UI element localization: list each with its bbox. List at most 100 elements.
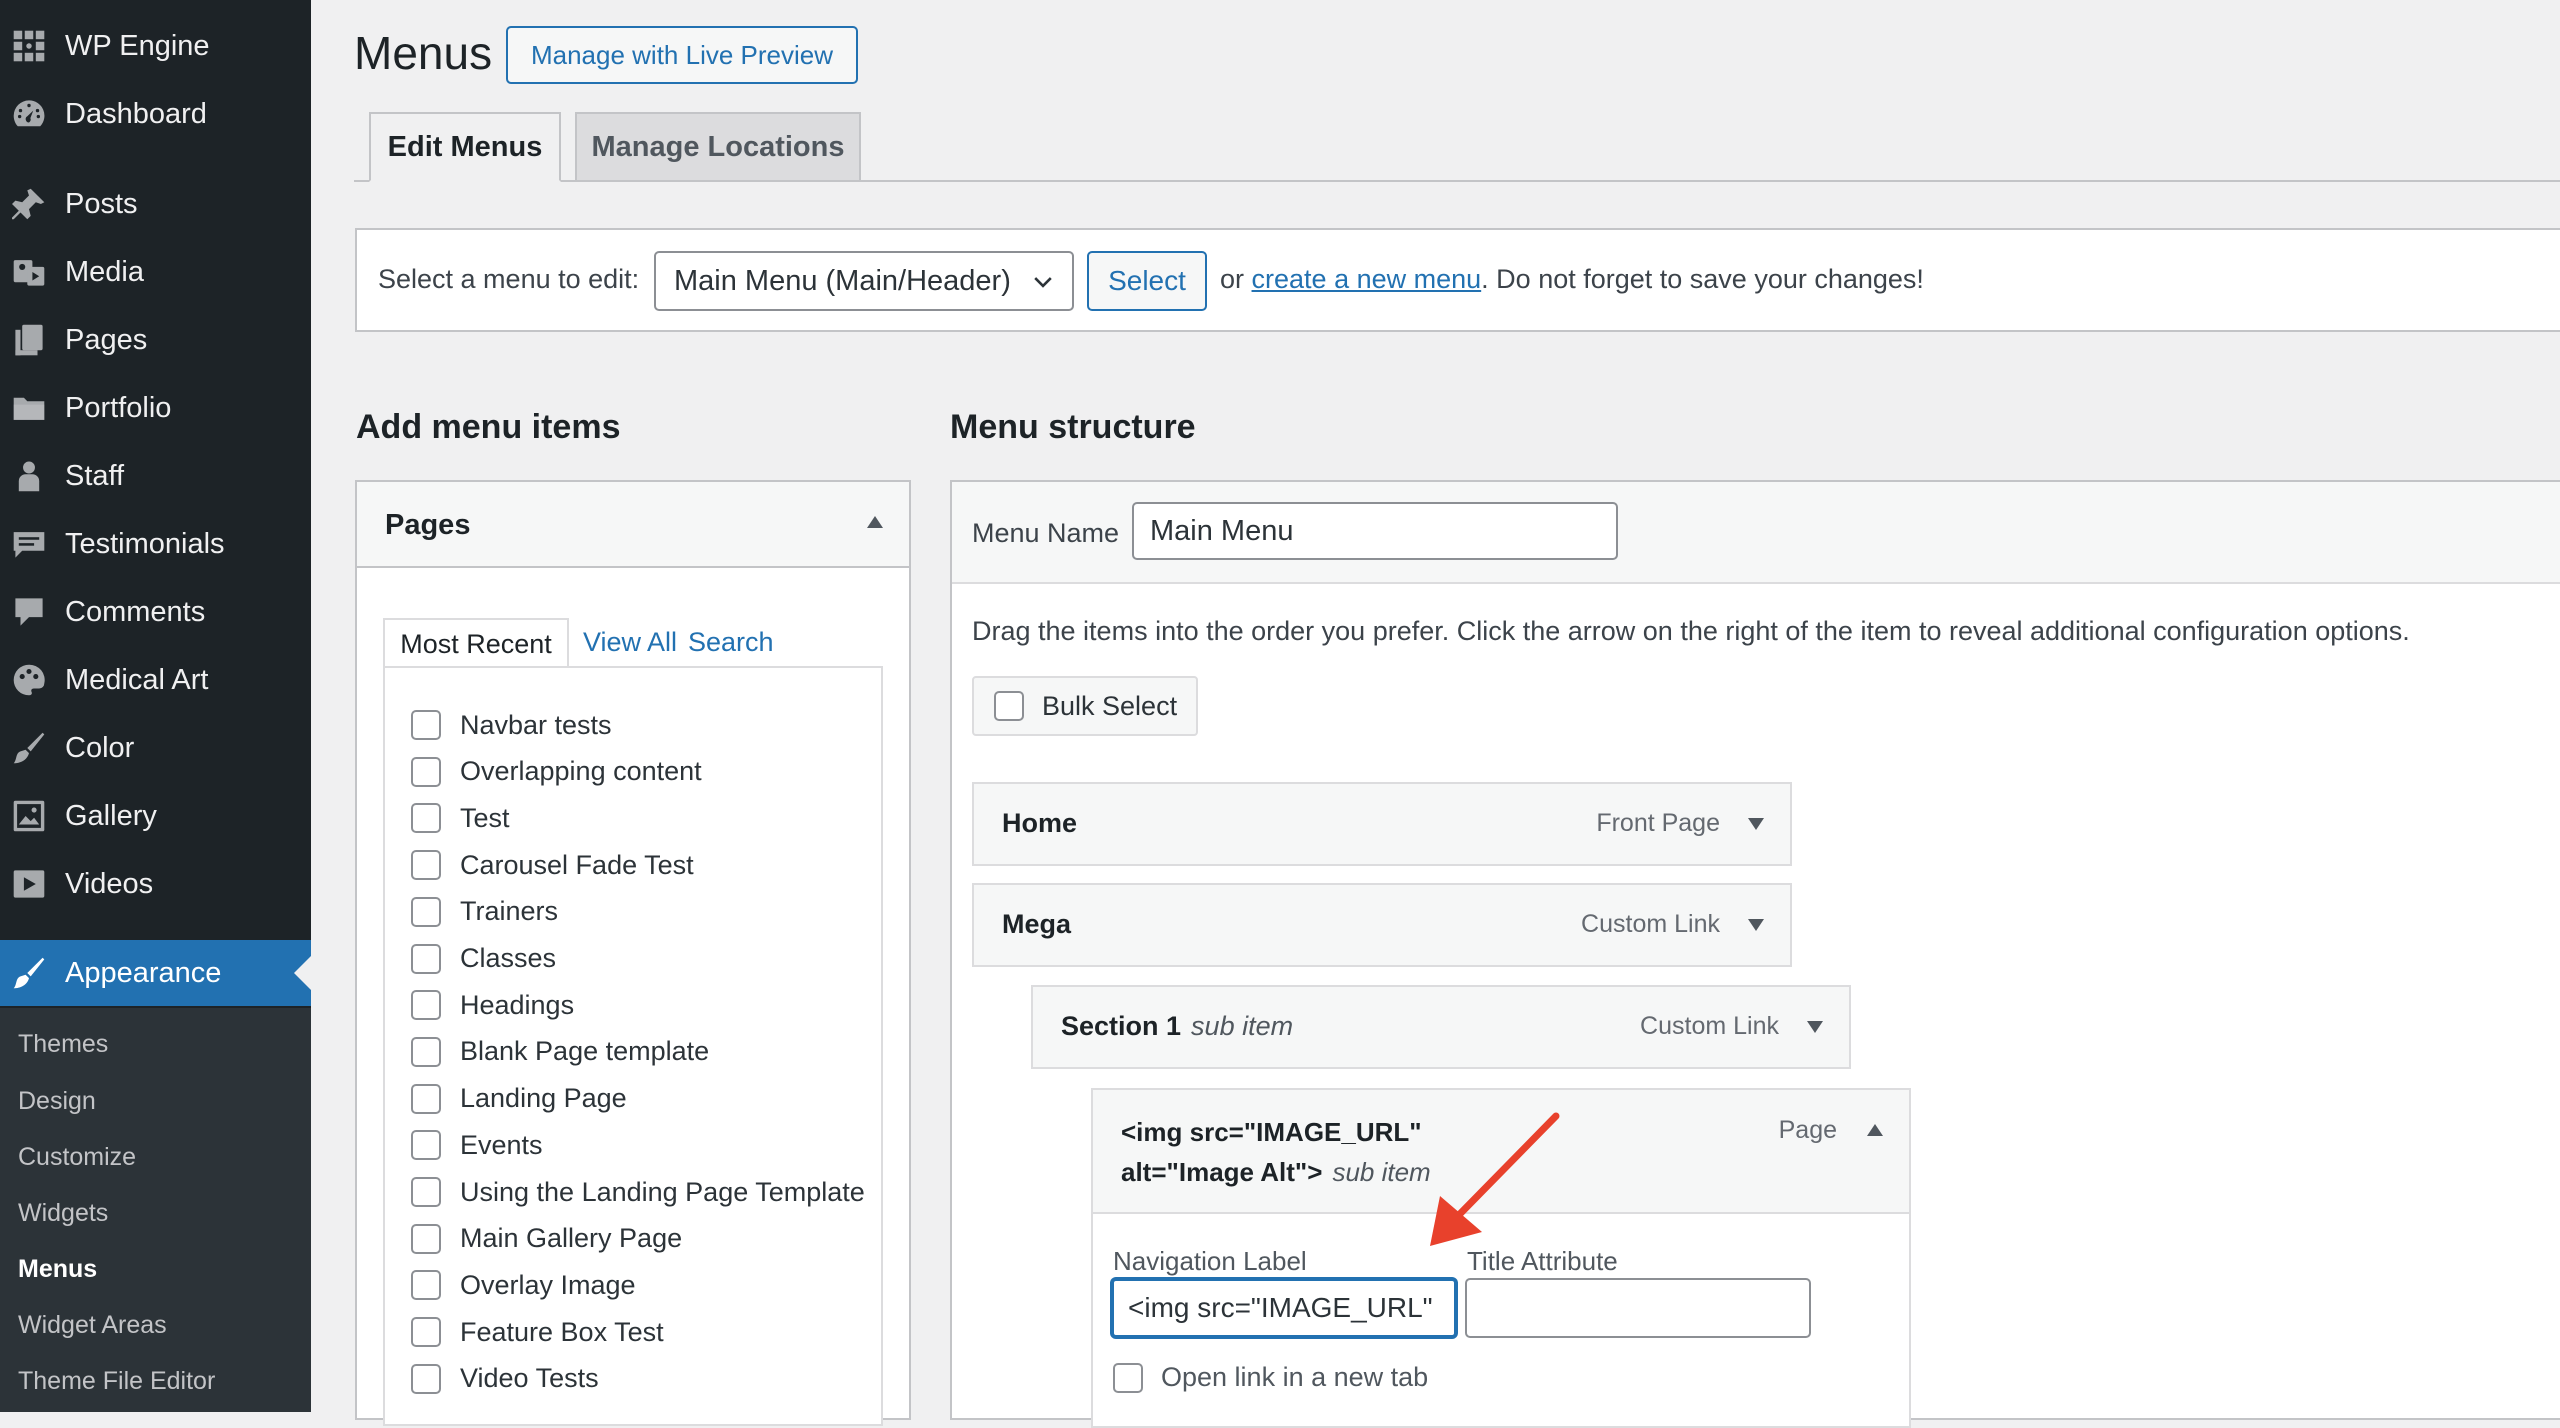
page-label: Feature Box Test	[460, 1316, 664, 1347]
page-checkbox[interactable]	[411, 1130, 441, 1161]
page-checkbox[interactable]	[411, 1036, 441, 1067]
menu-structure-panel: Menu Name Main Menu Drag the items into …	[950, 480, 2560, 1428]
sidebar-item-staff[interactable]: Staff	[0, 446, 311, 506]
submenu-menus[interactable]: Menus	[18, 1255, 97, 1284]
page-checkbox[interactable]	[411, 1177, 441, 1207]
menu-item-mega[interactable]: Mega Custom Link	[972, 883, 1792, 967]
menu-item-title-line1: <img src="IMAGE_URL"	[1121, 1117, 1422, 1147]
sidebar-item-wp-engine[interactable]: WP Engine	[0, 16, 311, 76]
menu-item-image-expanded: <img src="IMAGE_URL" alt="Image Alt"> sub…	[1091, 1088, 1911, 1428]
sidebar-item-media[interactable]: Media	[0, 242, 311, 302]
bulk-select-label: Bulk Select	[1042, 690, 1178, 721]
sidebar-item-label: Appearance	[65, 956, 222, 989]
menu-dropdown-value: Main Menu (Main/Header)	[674, 264, 1011, 297]
sidebar-item-comments[interactable]: Comments	[0, 582, 311, 642]
drag-instructions: Drag the items into the order you prefer…	[972, 616, 2410, 646]
page-checkbox[interactable]	[411, 1270, 441, 1301]
person-icon	[11, 458, 47, 494]
pages-accordion-header[interactable]: Pages	[357, 482, 909, 568]
menu-name-label: Menu Name	[972, 518, 1120, 548]
create-new-menu-link[interactable]: create a new menu	[1252, 264, 1482, 294]
page-checkbox[interactable]	[411, 990, 441, 1021]
menu-item-type: Custom Link	[1640, 1012, 1779, 1040]
sidebar-item-medical-art[interactable]: Medical Art	[0, 650, 311, 710]
dashboard-icon	[11, 96, 47, 132]
page-label: Landing Page	[460, 1083, 627, 1114]
sidebar-item-label: Comments	[65, 595, 206, 628]
sidebar-item-dashboard[interactable]: Dashboard	[0, 84, 311, 144]
page-checkbox[interactable]	[411, 1363, 441, 1394]
sidebar-item-testimonials[interactable]: Testimonials	[0, 514, 311, 574]
submenu-widget-areas[interactable]: Widget Areas	[18, 1311, 167, 1340]
sidebar-item-videos[interactable]: Videos	[0, 854, 311, 914]
bulk-select-button[interactable]: Bulk Select	[972, 676, 1198, 736]
tab-search[interactable]: Search	[688, 618, 774, 666]
page-label: Trainers	[460, 896, 559, 927]
menu-item-section-1[interactable]: Section 1 sub item Custom Link	[1031, 985, 1851, 1069]
page-label: Video Tests	[460, 1363, 599, 1394]
triangle-down-icon[interactable]	[1805, 1019, 1825, 1040]
page-checkbox[interactable]	[411, 710, 441, 740]
sidebar-item-posts[interactable]: Posts	[0, 174, 311, 234]
page-checkbox[interactable]	[411, 803, 441, 834]
triangle-down-icon[interactable]	[1746, 917, 1766, 938]
tab-edit-menus[interactable]: Edit Menus	[369, 112, 561, 182]
folder-icon	[11, 390, 47, 426]
list-item: Events	[411, 1128, 543, 1162]
submenu-theme-file-editor[interactable]: Theme File Editor	[18, 1367, 215, 1396]
tab-manage-locations[interactable]: Manage Locations	[575, 112, 861, 182]
sidebar-item-appearance[interactable]: Appearance	[0, 940, 311, 1006]
appearance-submenu: Themes Design Customize Widgets Menus Wi…	[0, 1008, 311, 1412]
pages-accordion: Pages Most Recent View All Search Navbar…	[355, 480, 911, 1426]
submenu-widgets[interactable]: Widgets	[18, 1199, 108, 1228]
sidebar-item-portfolio[interactable]: Portfolio	[0, 378, 311, 438]
page-label: Overlay Image	[460, 1269, 636, 1300]
list-item: Main Gallery Page	[411, 1222, 682, 1256]
navigation-label-input[interactable]: <img src="IMAGE_URL"	[1111, 1278, 1457, 1338]
sidebar-item-label: Medical Art	[65, 663, 209, 696]
video-icon	[11, 866, 47, 902]
page-checkbox[interactable]	[411, 896, 441, 927]
page-label: Classes	[460, 943, 557, 973]
page-label: Overlapping content	[460, 756, 702, 787]
page-label: Blank Page template	[460, 1036, 710, 1067]
triangle-up-icon[interactable]	[1865, 1122, 1885, 1143]
menu-item-image-bar[interactable]: <img src="IMAGE_URL" alt="Image Alt"> sub…	[1093, 1090, 1909, 1214]
manage-live-preview-button[interactable]: Manage with Live Preview	[506, 26, 858, 84]
select-button[interactable]: Select	[1087, 251, 1207, 311]
list-item: Landing Page	[411, 1082, 627, 1116]
title-attribute-input[interactable]	[1465, 1278, 1811, 1338]
menu-name-input[interactable]: Main Menu	[1132, 502, 1618, 560]
open-new-tab-row: Open link in a new tab	[1113, 1362, 1428, 1393]
sidebar-item-label: Posts	[65, 187, 138, 220]
tab-view-all[interactable]: View All	[583, 618, 677, 666]
list-item: Feature Box Test	[411, 1315, 664, 1349]
wp-engine-icon	[11, 28, 47, 64]
triangle-down-icon[interactable]	[1746, 816, 1766, 837]
submenu-customize[interactable]: Customize	[18, 1143, 136, 1172]
page-checkbox[interactable]	[411, 943, 441, 974]
sidebar-item-color[interactable]: Color	[0, 718, 311, 778]
sidebar-item-gallery[interactable]: Gallery	[0, 786, 311, 846]
submenu-design[interactable]: Design	[18, 1087, 96, 1116]
page-checkbox[interactable]	[411, 1317, 441, 1348]
sidebar-item-pages[interactable]: Pages	[0, 310, 311, 370]
menu-dropdown[interactable]: Main Menu (Main/Header)	[654, 251, 1074, 311]
menu-item-title: Home	[1002, 808, 1078, 838]
sidebar-item-label: Portfolio	[65, 391, 172, 424]
triangle-up-icon[interactable]	[865, 514, 885, 535]
sidebar-item-label: Videos	[65, 867, 154, 900]
page-checkbox[interactable]	[411, 850, 441, 881]
page-checkbox[interactable]	[411, 1223, 441, 1254]
menu-item-home[interactable]: Home Front Page	[972, 782, 1792, 866]
submenu-themes[interactable]: Themes	[18, 1030, 108, 1059]
tab-most-recent[interactable]: Most Recent	[383, 618, 569, 668]
page-checkbox[interactable]	[411, 756, 441, 787]
open-new-tab-label: Open link in a new tab	[1161, 1362, 1429, 1392]
open-new-tab-checkbox[interactable]	[1113, 1362, 1143, 1393]
page-checkbox[interactable]	[411, 1083, 441, 1114]
navigation-label-label: Navigation Label	[1113, 1246, 1307, 1276]
page-label: Test	[460, 802, 510, 833]
save-reminder-text: . Do not forget to save your changes!	[1481, 264, 1924, 294]
bulk-select-checkbox[interactable]	[994, 691, 1024, 721]
